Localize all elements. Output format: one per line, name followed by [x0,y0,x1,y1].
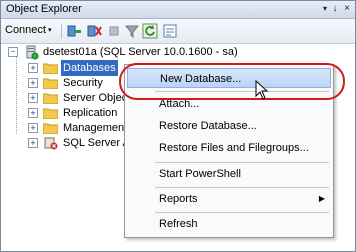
panel-title: Object Explorer [6,3,82,15]
folder-icon [43,93,58,104]
toolbar: Connect ▾ [1,19,355,44]
submenu-arrow-icon: ▶ [318,194,325,203]
expand-icon[interactable]: + [28,108,38,118]
sql-agent-icon [44,137,58,150]
folder-icon [43,123,58,134]
pin-icon[interactable]: ↓ [329,3,341,15]
menu-separator [155,187,329,188]
menu-item-new-database[interactable]: New Database... [127,68,331,88]
filter-icon[interactable] [124,23,140,39]
folder-icon [43,78,58,89]
tree-node-label: Databases [61,60,118,76]
menu-item-restore-files[interactable]: Restore Files and Filegroups... [127,138,331,158]
server-label: dsetest01a (SQL Server 10.0.1600 - sa) [43,46,238,58]
context-menu: New Database... Attach... Restore Databa… [124,64,334,238]
connect-object-icon[interactable] [66,23,82,39]
menu-item-label: Refresh [159,218,198,230]
tree-line [16,56,18,134]
menu-item-label: Restore Files and Filegroups... [159,142,309,154]
menu-item-attach[interactable]: Attach... [127,94,331,114]
toolbar-separator [61,24,62,38]
menu-separator [155,162,329,163]
menu-item-label: Start PowerShell [159,168,241,180]
mouse-cursor-icon [255,80,269,100]
expand-icon[interactable]: + [28,93,38,103]
summary-icon[interactable] [162,23,178,39]
menu-item-label: New Database... [160,73,242,85]
close-icon[interactable]: × [341,3,353,15]
menu-item-start-powershell[interactable]: Start PowerShell [127,164,331,184]
menu-item-label: Attach... [159,98,200,110]
collapse-icon[interactable]: − [8,47,18,57]
expand-icon[interactable]: + [28,138,38,148]
expand-icon[interactable]: + [28,123,38,133]
menu-separator [155,91,329,92]
connect-button[interactable]: Connect ▾ [5,24,52,36]
menu-item-reports[interactable]: Reports ▶ [127,189,331,209]
menu-item-label: Restore Database... [159,120,257,132]
disconnect-icon[interactable] [86,23,102,39]
folder-icon [43,108,58,119]
stop-icon[interactable] [106,23,122,39]
refresh-icon[interactable] [142,23,158,39]
menu-item-refresh[interactable]: Refresh [127,214,331,234]
tree-node-label: Replication [63,107,118,119]
server-icon [26,45,39,60]
menu-item-label: Reports [159,193,198,205]
folder-icon [43,63,58,74]
menu-separator [155,212,329,213]
chevron-down-icon: ▾ [47,27,52,34]
menu-item-restore-database[interactable]: Restore Database... [127,116,331,136]
tree-node-label: Management [63,122,128,134]
expand-icon[interactable]: + [28,78,38,88]
tree-node-label: Security [63,77,103,89]
title-bar: Object Explorer ▾ ↓ × [1,1,355,19]
connect-label: Connect [5,24,46,36]
expand-icon[interactable]: + [28,63,38,73]
